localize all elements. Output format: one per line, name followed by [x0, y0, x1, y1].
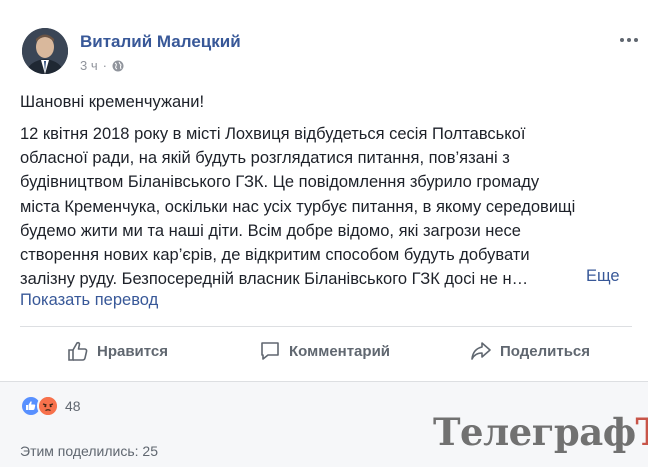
angry-reaction-icon [37, 395, 59, 417]
watermark-main-text: Телеграф [433, 410, 636, 454]
telegraf-watermark: ТелеграфЪ [433, 410, 648, 454]
actions-divider [20, 326, 632, 327]
comment-button[interactable]: Комментарий [259, 340, 390, 362]
globe-icon[interactable] [112, 60, 124, 72]
post-body-line: міста Кременчука, оскільки нас усіх турб… [20, 197, 576, 216]
reactions-summary[interactable]: 48 [20, 395, 81, 417]
post-body-line: будемо жити ми та наші діти. Всім добре … [20, 221, 521, 240]
translate-link[interactable]: Показать перевод [20, 291, 158, 310]
post-body-line: 12 квітня 2018 року в місті Лохвиця відб… [20, 125, 526, 143]
share-label: Поделиться [500, 342, 591, 360]
post-body-line: залізну руду. Безпосередній власник Біла… [20, 270, 529, 289]
shares-count[interactable]: Этим поделились: 25 [20, 443, 158, 459]
share-button[interactable]: Поделиться [470, 340, 590, 362]
post-greeting: Шановні кременчужани! [20, 93, 205, 111]
thumbs-up-icon [68, 341, 88, 361]
post-body-line: будівництвом Біланівського ГЗК. Це повід… [20, 173, 540, 192]
like-label: Нравится [97, 342, 169, 360]
post-meta: 3 ч · [80, 58, 124, 73]
avatar-photo [22, 28, 68, 74]
reaction-count: 48 [65, 398, 81, 414]
share-icon [471, 342, 491, 360]
watermark-accent-letter: Ъ [636, 410, 648, 454]
meta-separator: · [102, 58, 107, 73]
author-avatar[interactable] [22, 28, 68, 74]
summary-divider [0, 381, 648, 382]
more-options-icon[interactable] [618, 34, 640, 46]
like-button[interactable]: Нравится [67, 340, 168, 362]
author-name[interactable]: Виталий Малецкий [80, 32, 241, 52]
comment-icon [261, 342, 279, 360]
post-body: 12 квітня 2018 року в місті Лохвиця відб… [20, 122, 632, 291]
comment-label: Комментарий [289, 342, 391, 360]
post-body-line: обласної ради, на якій будуть розглядати… [20, 149, 510, 168]
post-body-line: створення нових кар’єрів, де відкритим с… [20, 246, 530, 265]
facebook-post: Виталий Малецкий 3 ч · Шановні кременчуж… [0, 0, 648, 467]
see-more-link[interactable]: Еще [586, 267, 620, 286]
post-timestamp[interactable]: 3 ч [80, 58, 98, 73]
